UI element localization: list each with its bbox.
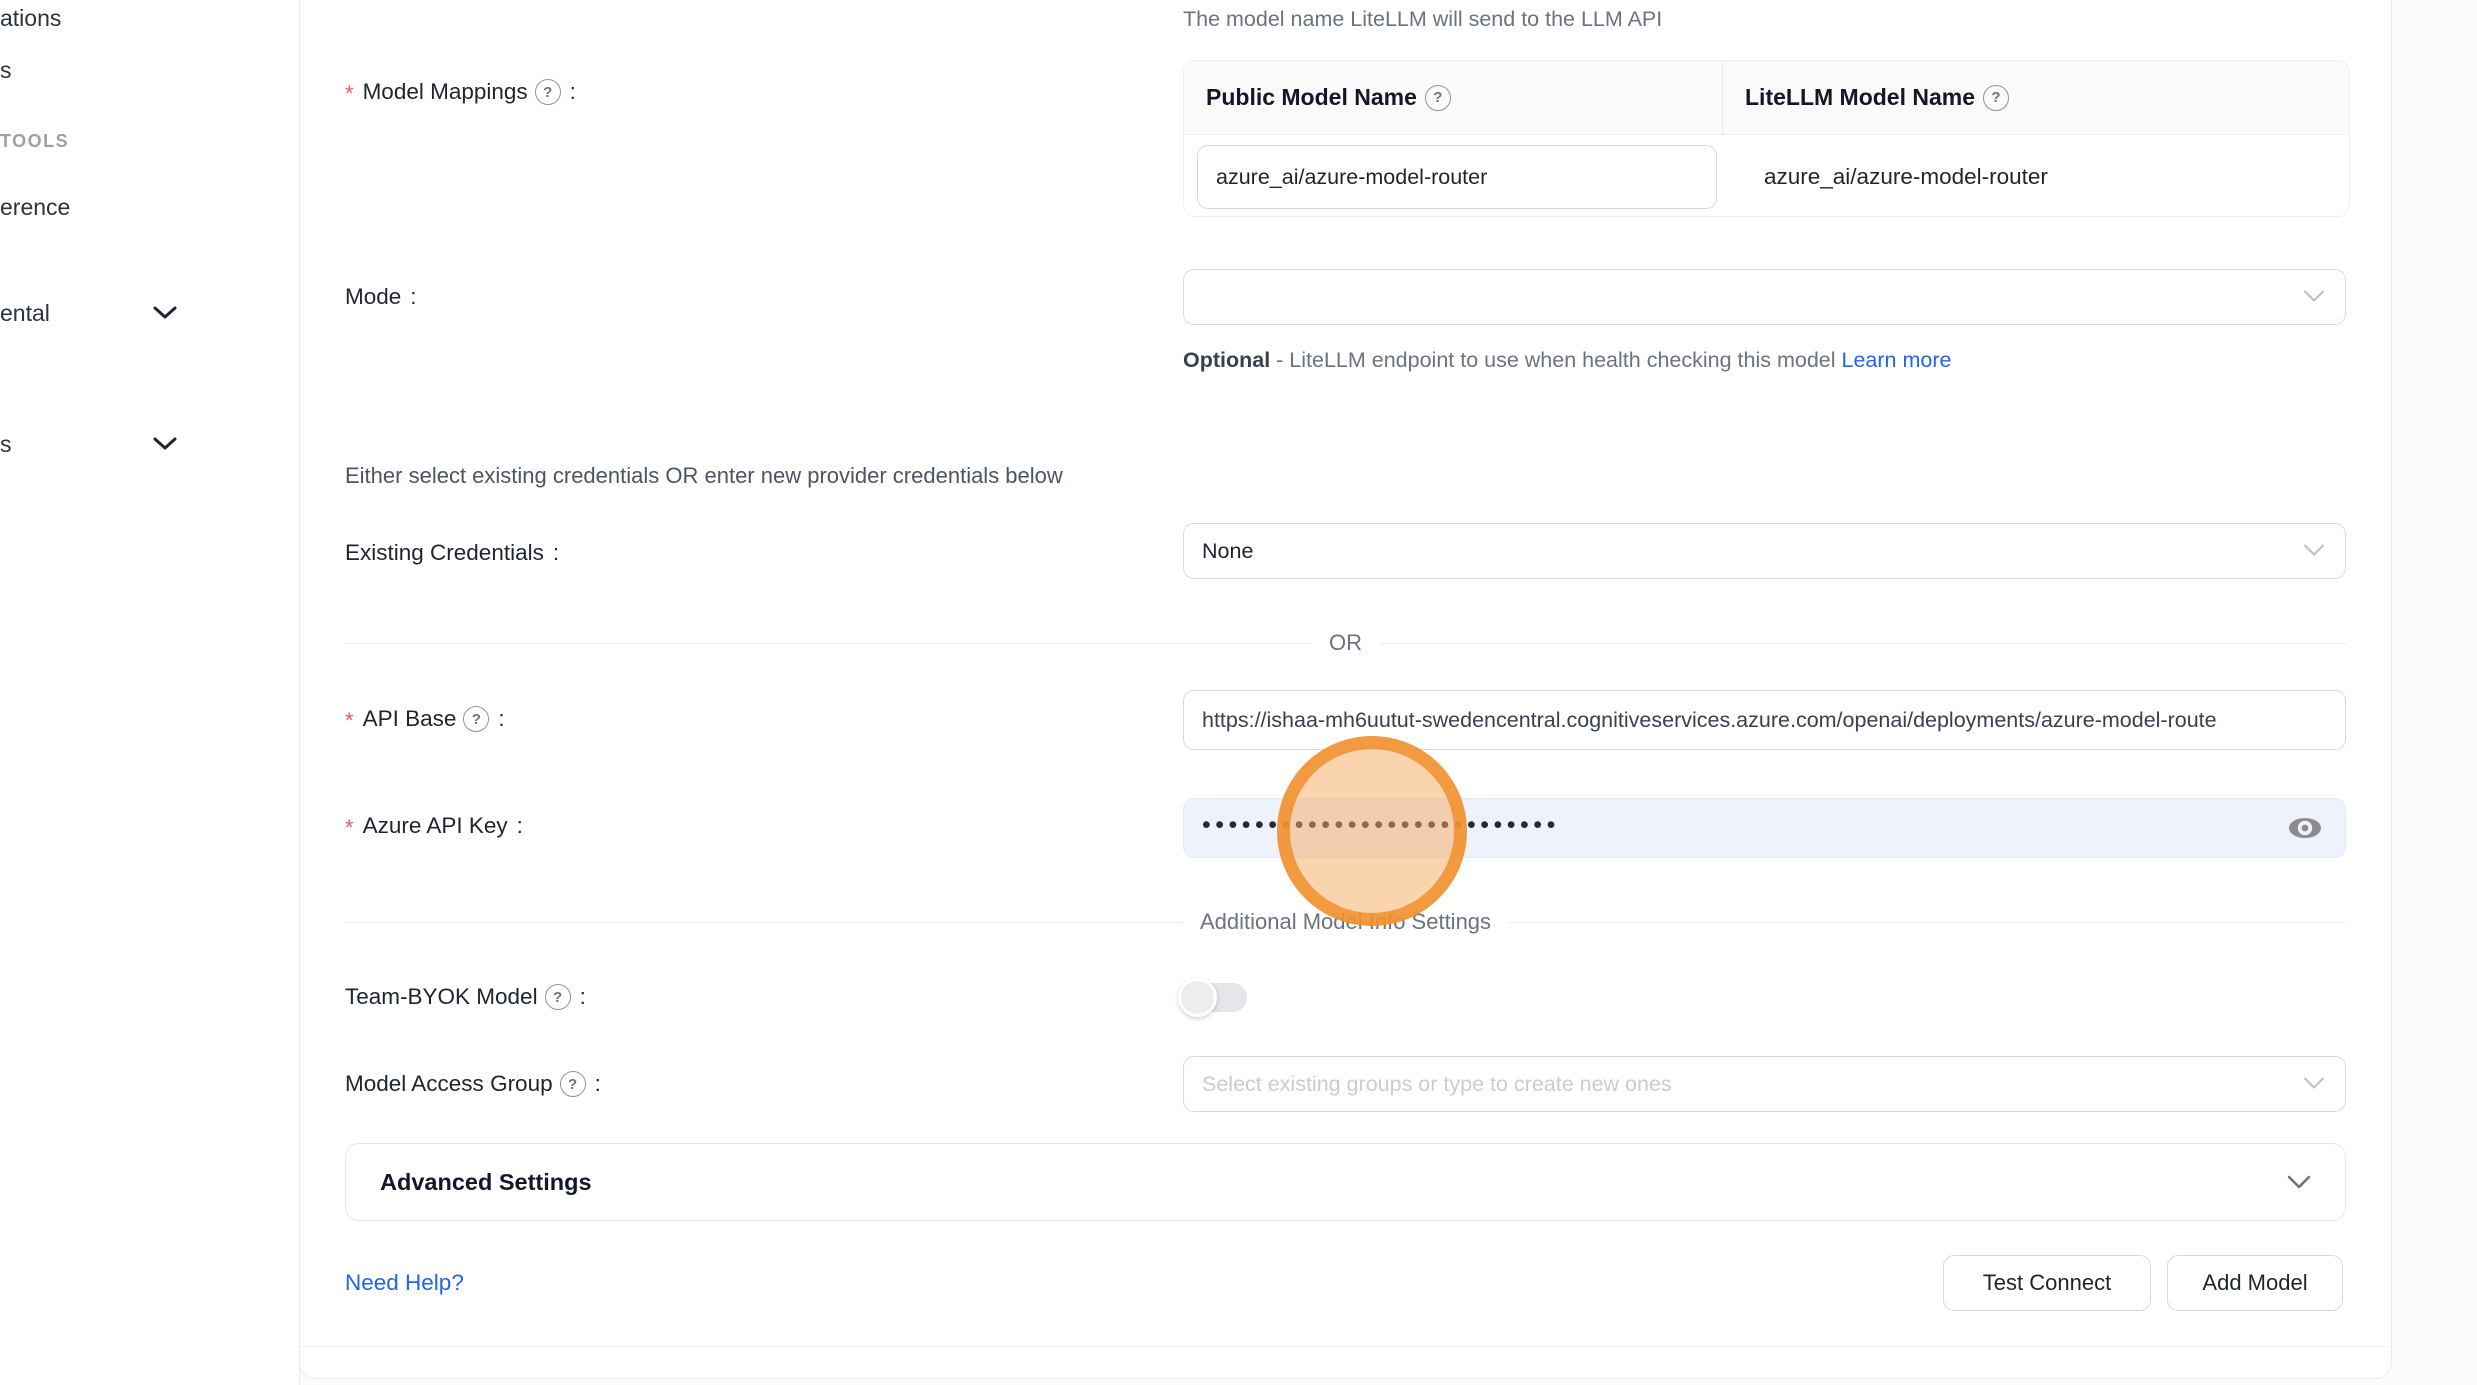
chevron-down-icon [2287, 1175, 2311, 1190]
table-row: azure_ai/azure-model-router azure_ai/azu… [1184, 135, 2349, 217]
masked-api-key: ••••••••••••••••••••••••••• [1202, 811, 1560, 840]
api-base-input[interactable]: https://ishaa-mh6uutut-swedencentral.cog… [1183, 690, 2346, 750]
litellm-model-name-value: azure_ai/azure-model-router [1742, 135, 2048, 217]
existing-credentials-select[interactable]: None [1183, 523, 2346, 579]
add-model-button[interactable]: Add Model [2167, 1255, 2343, 1311]
card-footer-divider [300, 1346, 2390, 1347]
required-asterisk: * [345, 81, 354, 107]
model-access-group-label: Model Access Group ? : [345, 1066, 601, 1102]
advanced-settings-title: Advanced Settings [380, 1169, 2287, 1196]
chevron-down-icon [2303, 1072, 2325, 1097]
learn-more-link[interactable]: Learn more [1841, 348, 1951, 372]
help-icon[interactable]: ? [463, 706, 489, 732]
need-help-link[interactable]: Need Help? [345, 1266, 464, 1300]
sidebar-section-tools: TOOLS [0, 128, 298, 154]
sidebar-item-ental[interactable]: ental [0, 295, 298, 331]
help-icon[interactable]: ? [560, 1071, 586, 1097]
public-model-name-header: Public Model Name ? [1184, 61, 1723, 134]
help-icon[interactable]: ? [535, 79, 561, 105]
sidebar-item-label: erence [0, 194, 70, 221]
chevron-down-icon [2303, 539, 2325, 564]
advanced-settings-panel[interactable]: Advanced Settings [345, 1143, 2346, 1221]
litellm-model-name-header: LiteLLM Model Name ? [1723, 61, 2349, 134]
mode-label: Mode : [345, 279, 417, 315]
azure-api-key-input[interactable]: ••••••••••••••••••••••••••• [1183, 798, 2346, 858]
sidebar-item-label: ations [0, 5, 61, 32]
api-base-label: * API Base ? : [345, 701, 505, 737]
chevron-down-icon [152, 300, 178, 327]
sidebar-item-s2[interactable]: s [0, 426, 298, 462]
help-icon[interactable]: ? [1983, 85, 2009, 111]
model-mappings-label: * Model Mappings ? : [345, 74, 576, 110]
sidebar-item-ations[interactable]: ations [0, 0, 298, 36]
public-model-name-input[interactable]: azure_ai/azure-model-router [1197, 145, 1717, 209]
team-byok-label: Team-BYOK Model ? : [345, 979, 586, 1015]
model-mappings-table: Public Model Name ? LiteLLM Model Name ?… [1183, 60, 2350, 217]
help-icon[interactable]: ? [1425, 85, 1451, 111]
chevron-down-icon [2303, 285, 2325, 310]
eye-icon[interactable] [2287, 815, 2323, 841]
help-icon[interactable]: ? [545, 984, 571, 1010]
chevron-down-icon [152, 431, 178, 458]
sidebar: ations s TOOLS erence ental s [0, 0, 300, 1385]
mode-select[interactable] [1183, 269, 2346, 325]
existing-credentials-label: Existing Credentials : [345, 535, 559, 571]
sidebar-item-s1[interactable]: s [0, 52, 298, 88]
required-asterisk: * [345, 708, 354, 734]
select-placeholder: Select existing groups or type to create… [1202, 1072, 1672, 1097]
model-mappings-table-header: Public Model Name ? LiteLLM Model Name ? [1184, 61, 2349, 135]
sidebar-item-erence[interactable]: erence [0, 189, 298, 225]
sidebar-item-label: ental [0, 300, 50, 327]
credentials-note: Either select existing credentials OR en… [345, 460, 1063, 492]
sidebar-item-label: s [0, 57, 12, 84]
test-connect-button[interactable]: Test Connect [1943, 1255, 2151, 1311]
mode-helper-text: Optional - LiteLLM endpoint to use when … [1183, 340, 1993, 381]
model-name-helper-text: The model name LiteLLM will send to the … [1183, 3, 2183, 35]
sidebar-item-label: s [0, 431, 12, 458]
toggle-knob [1178, 978, 1217, 1017]
team-byok-toggle[interactable] [1183, 983, 1247, 1012]
model-access-group-select[interactable]: Select existing groups or type to create… [1183, 1056, 2346, 1112]
azure-api-key-label: * Azure API Key : [345, 808, 523, 844]
additional-settings-divider: Additional Model Info Settings [345, 906, 2346, 938]
required-asterisk: * [345, 815, 354, 841]
or-divider: OR [345, 627, 2346, 659]
